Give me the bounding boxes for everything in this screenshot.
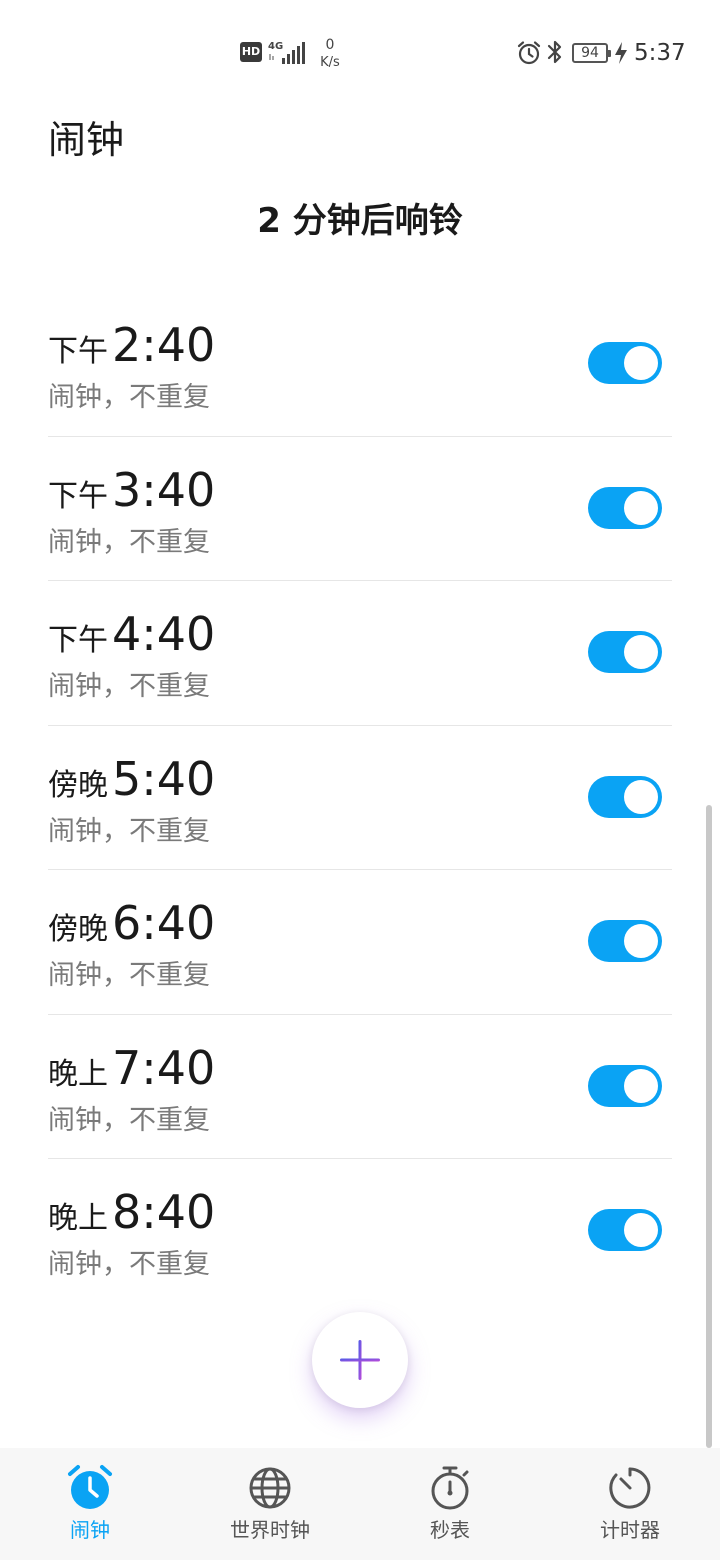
toggle-knob xyxy=(624,1213,658,1247)
next-alarm-countdown: 2 分钟后响铃 xyxy=(257,201,463,241)
alarm-period: 晚上 xyxy=(48,1201,108,1236)
alarm-toggle[interactable] xyxy=(588,631,662,673)
alarm-description: 闹钟，不重复 xyxy=(48,1249,210,1280)
alarm-description: 闹钟，不重复 xyxy=(48,671,210,702)
alarm-time: 5:40 xyxy=(112,751,216,806)
alarm-item[interactable]: 傍晚6:40 闹钟，不重复 xyxy=(48,870,672,1015)
alarm-time: 8:40 xyxy=(112,1185,216,1239)
toggle-knob xyxy=(624,635,658,669)
alarm-time-line: 下午2:40 xyxy=(48,318,215,374)
plus-icon xyxy=(340,1340,380,1380)
alarm-toggle[interactable] xyxy=(588,1209,662,1251)
alarm-description: 闹钟，不重复 xyxy=(48,382,210,413)
alarm-time-line: 晚上7:40 xyxy=(48,1041,215,1097)
alarm-item[interactable]: 下午2:40 闹钟，不重复 xyxy=(48,292,672,437)
alarm-toggle[interactable] xyxy=(588,342,662,384)
alarm-period: 傍晚 xyxy=(48,912,108,947)
alarm-time-line: 晚上8:40 xyxy=(48,1185,215,1241)
alarm-description: 闹钟，不重复 xyxy=(48,1104,210,1136)
tab-timer[interactable]: 计时器 xyxy=(540,1448,720,1560)
network-type-label: 4G xyxy=(268,41,283,52)
toggle-knob xyxy=(624,490,658,525)
bluetooth-icon xyxy=(547,40,562,64)
alarm-item[interactable]: 下午4:40 闹钟，不重复 xyxy=(48,581,672,726)
tab-world-clock[interactable]: 世界时钟 xyxy=(180,1448,360,1560)
alarm-period: 晚上 xyxy=(48,1056,108,1092)
tab-label: 秒表 xyxy=(430,1518,470,1542)
status-bar: HD 4G 0 K/s 94 5:37 xyxy=(0,0,720,100)
alarm-description: 闹钟，不重复 xyxy=(48,815,210,847)
alarm-clock-icon xyxy=(68,1465,112,1509)
signal-strength-icon: 4G xyxy=(268,41,305,64)
battery-indicator: 94 xyxy=(572,43,611,63)
tab-alarm[interactable]: 闹钟 xyxy=(0,1448,180,1560)
tab-label: 闹钟 xyxy=(70,1518,110,1542)
alarm-period: 傍晚 xyxy=(48,767,108,803)
alarm-toggle[interactable] xyxy=(588,920,662,962)
alarm-time-line: 下午3:40 xyxy=(48,463,215,519)
alarm-toggle[interactable] xyxy=(588,486,662,529)
network-speed-unit: K/s xyxy=(320,55,340,70)
alarm-period: 下午 xyxy=(48,334,108,369)
charging-icon xyxy=(615,42,627,64)
status-time: 5:37 xyxy=(634,40,686,66)
hd-voice-icon: HD xyxy=(240,42,262,62)
alarm-item[interactable]: 晚上7:40 闹钟，不重复 xyxy=(48,1015,672,1159)
toggle-knob xyxy=(624,1068,658,1103)
alarm-description: 闹钟，不重复 xyxy=(48,960,210,991)
alarm-time-line: 傍晚6:40 xyxy=(48,896,215,952)
alarm-item[interactable]: 晚上8:40 闹钟，不重复 xyxy=(48,1159,672,1304)
page-title: 闹钟 xyxy=(48,118,125,162)
tab-label: 世界时钟 xyxy=(230,1518,310,1542)
globe-icon xyxy=(249,1467,291,1509)
list-scrollbar[interactable] xyxy=(706,805,712,1448)
alarm-list: 下午2:40 闹钟，不重复 下午3:40 闹钟，不重复 下午4:40 闹钟，不重… xyxy=(48,292,672,1304)
alarm-toggle[interactable] xyxy=(588,775,662,818)
alarm-status-icon xyxy=(517,41,541,65)
alarm-time: 2:40 xyxy=(112,318,216,372)
network-speed-value: 0 xyxy=(325,37,335,53)
alarm-time-line: 傍晚5:40 xyxy=(48,752,215,808)
alarm-period: 下午 xyxy=(48,478,108,514)
alarm-time: 3:40 xyxy=(112,462,216,517)
tab-label: 计时器 xyxy=(600,1518,660,1542)
alarm-period: 下午 xyxy=(48,623,108,658)
alarm-item[interactable]: 下午3:40 闹钟，不重复 xyxy=(48,437,672,581)
alarm-toggle[interactable] xyxy=(588,1064,662,1107)
timer-icon xyxy=(609,1467,651,1509)
alarm-item[interactable]: 傍晚5:40 闹钟，不重复 xyxy=(48,726,672,870)
alarm-time: 7:40 xyxy=(112,1040,216,1095)
alarm-description: 闹钟，不重复 xyxy=(48,526,210,558)
alarm-time: 6:40 xyxy=(112,896,216,950)
network-speed: 0 K/s xyxy=(314,36,346,72)
toggle-knob xyxy=(624,346,658,380)
alarm-time-line: 下午4:40 xyxy=(48,607,215,663)
toggle-knob xyxy=(624,779,658,814)
toggle-knob xyxy=(624,924,658,958)
tab-stopwatch[interactable]: 秒表 xyxy=(360,1448,540,1560)
add-alarm-button[interactable] xyxy=(312,1312,408,1408)
clock-app-screen: HD 4G 0 K/s 94 5:37 闹钟 2 分钟后响铃 下午2:40 闹钟… xyxy=(0,0,720,1560)
alarm-time: 4:40 xyxy=(112,607,216,661)
stopwatch-icon xyxy=(431,1466,469,1510)
bottom-navigation: 闹钟 世界时钟 秒表 计时器 xyxy=(0,1448,720,1560)
